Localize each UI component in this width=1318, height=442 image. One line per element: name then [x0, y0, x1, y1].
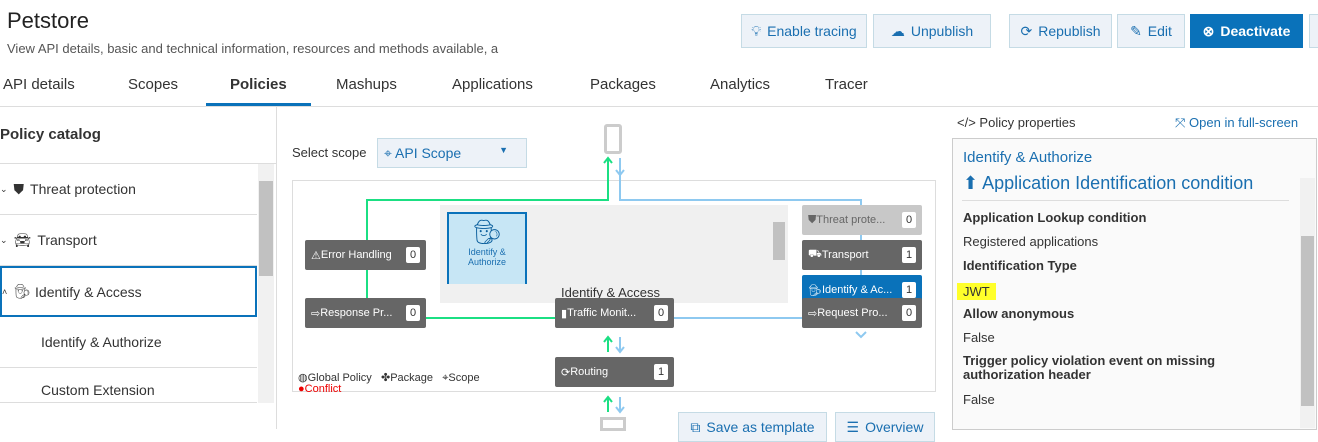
node-count: 0	[902, 212, 916, 228]
field-label: Allow anonymous	[963, 306, 1075, 321]
node-label: Traffic Monit...	[567, 307, 637, 319]
save-as-template-button[interactable]: ⧉ Save as template	[678, 412, 827, 442]
field-value: Registered applications	[963, 234, 1099, 249]
policy-properties-header: </> Policy properties	[957, 115, 1076, 130]
divider	[962, 200, 1289, 201]
open-fullscreen-link[interactable]: ⤧ Open in full-screen	[1175, 115, 1298, 131]
overview-button[interactable]: ☰ Overview	[835, 412, 935, 442]
response-flow-line	[366, 170, 609, 298]
field-value-highlighted: JWT	[957, 283, 996, 300]
save-template-label: Save as template	[706, 419, 815, 435]
node-count: 0	[406, 305, 420, 321]
refresh-icon: ⟳	[561, 366, 571, 379]
node-routing[interactable]: ⟳ Routing 1	[555, 357, 674, 387]
section-header[interactable]: ⬆ Application Identification condition	[963, 172, 1253, 192]
error-icon: ●	[298, 383, 305, 395]
node-label: Transport	[821, 249, 869, 261]
package-icon: ✤	[380, 372, 391, 384]
collapse-icon: ⬆	[963, 173, 979, 192]
legend-conflict: ●Conflict	[298, 383, 341, 395]
node-response-processing[interactable]: ⇨ Response Pr... 0	[305, 298, 426, 328]
field-label: Identification Type	[963, 258, 1077, 273]
node-transport[interactable]: ⛟ Transport 1	[802, 240, 922, 270]
node-count: 1	[654, 364, 668, 380]
section-label: Application Identification condition	[982, 173, 1254, 192]
node-count: 1	[902, 282, 916, 298]
expand-icon: ⤧	[1175, 115, 1186, 130]
node-label: Routing	[570, 366, 609, 378]
node-label: Error Handling	[320, 249, 392, 261]
list-icon: ☰	[846, 419, 860, 435]
field-label: Application Lookup condition	[963, 210, 1147, 225]
node-count: 0	[654, 305, 668, 321]
node-label: Response Pr...	[320, 307, 393, 319]
warning-icon: ⚠	[311, 249, 321, 262]
export-icon: ⧉	[690, 419, 701, 435]
node-label: Threat prote...	[816, 214, 886, 226]
node-count: 0	[902, 305, 916, 321]
node-threat-protection[interactable]: ⛊ Threat prote... 0	[802, 205, 922, 235]
node-count: 1	[902, 247, 916, 263]
car-icon: ⛟	[808, 248, 822, 260]
field-value: False	[963, 330, 995, 345]
node-traffic-monitoring[interactable]: ▮ Traffic Monit... 0	[555, 298, 674, 328]
legend-package: Package	[390, 372, 434, 384]
conflict-label: Conflict	[304, 383, 342, 395]
spy-icon: 🕵︎	[808, 284, 822, 297]
overview-label: Overview	[865, 419, 924, 435]
node-request-processing[interactable]: ⇨ Request Pro... 0	[802, 298, 922, 328]
code-icon: </>	[957, 115, 976, 130]
node-error-handling[interactable]: ⚠ Error Handling 0	[305, 240, 426, 270]
sign-in-icon: ⇨	[808, 307, 818, 320]
properties-scrollbar[interactable]	[1300, 178, 1315, 428]
node-count: 0	[406, 247, 420, 263]
field-label: Trigger policy violation event on missin…	[963, 353, 1216, 382]
properties-header-label: Policy properties	[979, 115, 1076, 130]
shield-icon: ⛊	[808, 213, 817, 226]
node-label: Identify & Ac...	[821, 284, 893, 296]
node-label: Request Pro...	[817, 307, 888, 319]
field-value: False	[963, 392, 995, 407]
fullscreen-label: Open in full-screen	[1189, 115, 1299, 130]
legend-scope: Scope	[448, 372, 480, 384]
policy-title: Identify & Authorize	[963, 149, 1093, 166]
sign-out-icon: ⇨	[311, 307, 321, 320]
